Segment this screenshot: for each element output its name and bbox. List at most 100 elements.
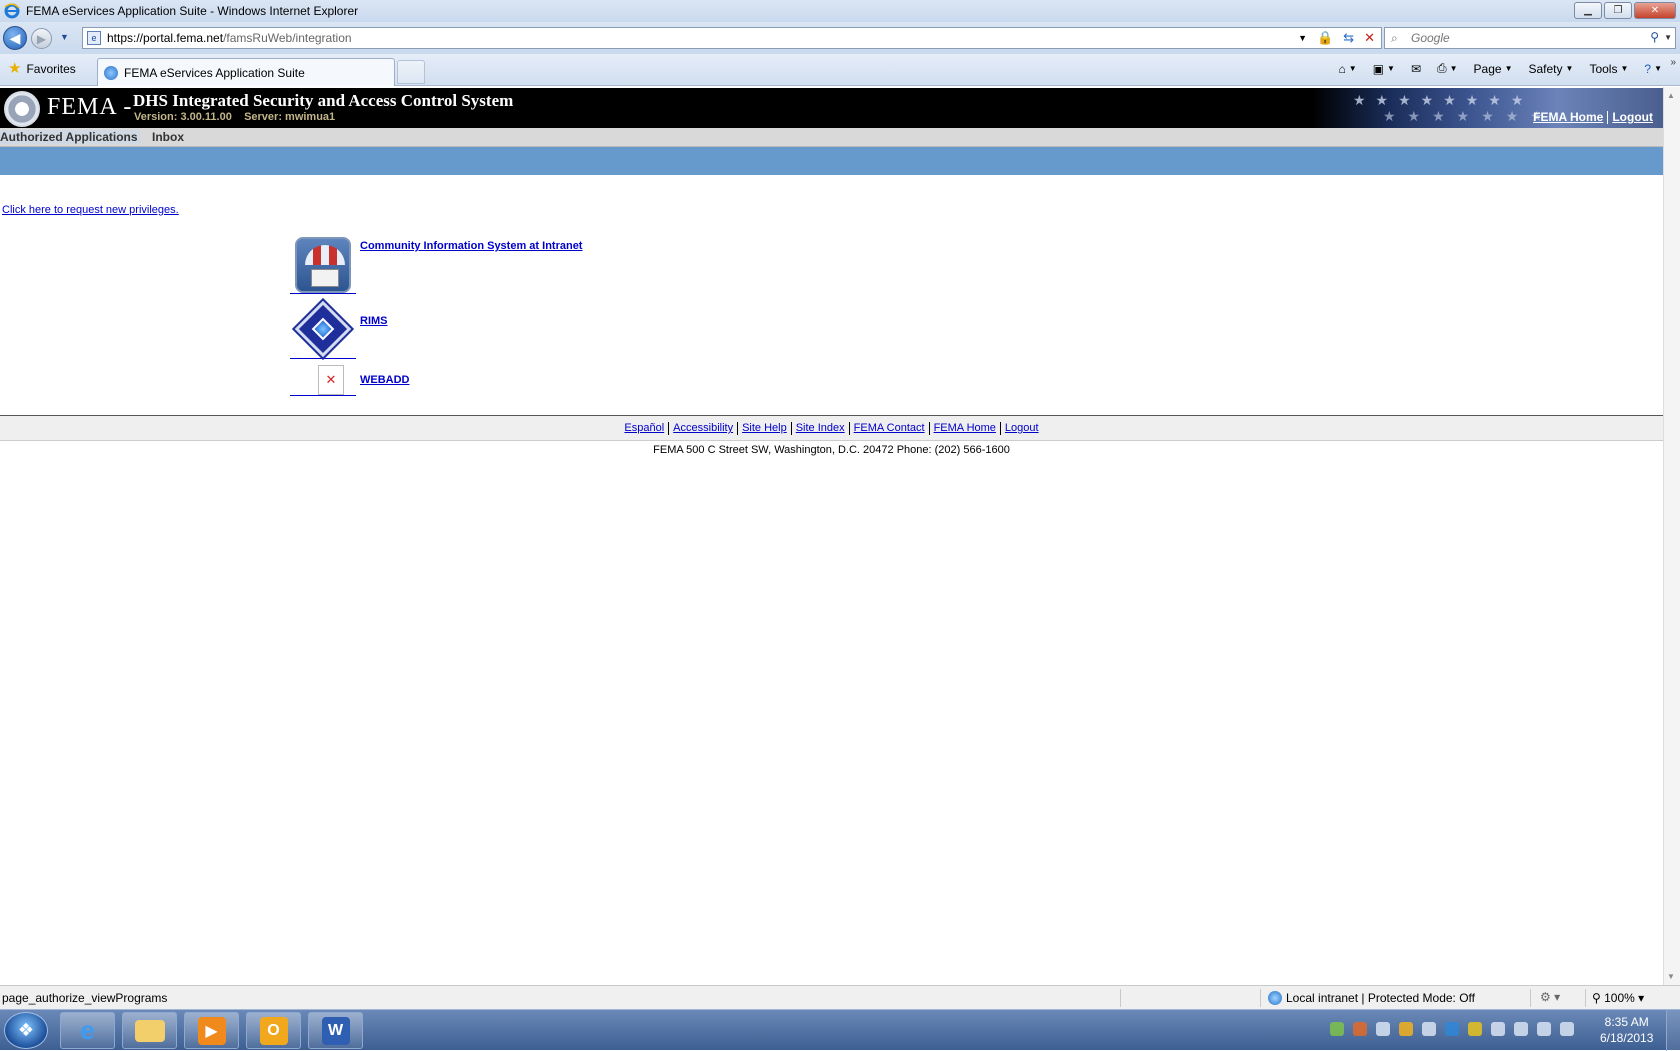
stop-icon[interactable]: ✕ (1364, 30, 1375, 46)
zoom-level[interactable]: ⚲ 100% ▾ (1592, 991, 1644, 1005)
search-options-icon[interactable]: ▼ (1664, 33, 1672, 42)
tab-title: FEMA eServices Application Suite (124, 65, 305, 80)
page-icon: e (87, 31, 101, 45)
lock-icon[interactable]: 🔒 (1317, 30, 1333, 46)
search-box[interactable]: ⌕ ⚲ ▼ (1384, 27, 1676, 49)
app-item-cis[interactable]: Community Information System at Intranet (290, 237, 582, 294)
taskbar-outlook-button[interactable]: O (246, 1012, 301, 1049)
new-tab-button[interactable] (397, 60, 425, 84)
favorites-button[interactable]: ★ Favorites (8, 61, 76, 76)
dhs-seal-icon (4, 91, 40, 127)
page-viewport: FEMA - DHS Integrated Security and Acces… (0, 87, 1663, 985)
footer-link-fema-home[interactable]: FEMA Home (934, 422, 996, 434)
header-fema-home-link[interactable]: FEMA Home (1533, 110, 1603, 124)
address-url: https://portal.fema.net/famsRuWeb/integr… (107, 31, 352, 45)
scroll-down-icon[interactable]: ▼ (1667, 972, 1675, 981)
read-mail-button[interactable]: ✉ (1411, 62, 1421, 76)
tray-outlook-icon[interactable] (1399, 1022, 1413, 1036)
taskbar-word-button[interactable]: W (308, 1012, 363, 1049)
request-privileges-link[interactable]: Click here to request new privileges. (2, 204, 179, 216)
taskbar-media-player-button[interactable]: ▶ (184, 1012, 239, 1049)
tray-monitor-icon[interactable] (1537, 1022, 1551, 1036)
tray-network-icon[interactable] (1376, 1022, 1390, 1036)
show-desktop-button[interactable] (1666, 1010, 1680, 1051)
tray-security-icon[interactable] (1468, 1022, 1482, 1036)
recent-pages-dropdown-icon[interactable]: ▼ (60, 32, 69, 42)
webadd-icon-link[interactable]: ✕ (290, 365, 356, 396)
tray-info-icon[interactable] (1445, 1022, 1459, 1036)
search-input[interactable] (1411, 31, 1631, 45)
tools-menu[interactable]: Tools ▼ (1589, 62, 1628, 76)
safety-menu[interactable]: Safety ▼ (1529, 62, 1574, 76)
cis-icon-link[interactable] (290, 237, 356, 294)
system-tray (1330, 1022, 1574, 1036)
print-button[interactable]: ⎙ ▼ (1437, 61, 1458, 76)
tab-inbox[interactable]: Inbox (152, 130, 184, 144)
start-button[interactable]: ❖ (4, 1012, 48, 1049)
app-nav-tabs: Authorized Applications Inbox (0, 128, 1663, 147)
volume-icon[interactable] (1560, 1022, 1574, 1036)
browser-tab[interactable]: FEMA eServices Application Suite (97, 58, 395, 86)
home-icon: ⌂ (1338, 61, 1346, 76)
minimize-button[interactable]: ▁ (1574, 2, 1602, 19)
feeds-button[interactable]: ▣ ▼ (1373, 62, 1395, 76)
back-button[interactable]: ◀ (3, 26, 27, 50)
ie-logo-icon (4, 3, 20, 19)
scroll-up-icon[interactable]: ▲ (1667, 91, 1675, 100)
refresh-icon[interactable]: ⇆ (1343, 30, 1354, 46)
app-item-rims[interactable]: RIMS (290, 300, 388, 359)
taskbar-ie-button[interactable]: e (60, 1012, 115, 1049)
favorites-bar: ★ Favorites FEMA eServices Application S… (0, 54, 1680, 86)
footer-link-espanol[interactable]: Español (624, 422, 664, 434)
rss-icon: ▣ (1372, 61, 1385, 76)
app-link-cis[interactable]: Community Information System at Intranet (360, 240, 582, 252)
taskbar-clock[interactable]: 8:35 AM 6/18/2013 (1600, 1014, 1653, 1046)
footer-link-site-index[interactable]: Site Index (796, 422, 845, 434)
rims-diamond-icon (294, 300, 352, 358)
intranet-globe-icon (1268, 991, 1282, 1005)
security-zone[interactable]: Local intranet | Protected Mode: Off (1268, 991, 1475, 1005)
tab-authorized-applications[interactable]: Authorized Applications (0, 130, 141, 144)
zone-label: Local intranet | Protected Mode: Off (1286, 991, 1475, 1005)
restore-button[interactable]: ❐ (1604, 2, 1632, 19)
help-button[interactable]: ? ▼ (1644, 62, 1662, 76)
app-item-webadd[interactable]: ✕ WEBADD (290, 365, 410, 396)
address-dropdown-icon[interactable]: ▼ (1298, 33, 1307, 43)
footer-link-fema-contact[interactable]: FEMA Contact (854, 422, 925, 434)
page-menu[interactable]: Page ▼ (1474, 62, 1513, 76)
protected-mode-icon[interactable]: ⚙ ▾ (1540, 990, 1560, 1004)
fema-wordmark: FEMA - (47, 94, 133, 120)
header-logout-link[interactable]: Logout (1612, 110, 1653, 124)
home-button[interactable]: ⌂ ▼ (1339, 62, 1357, 76)
forward-button[interactable]: ▶ (31, 28, 52, 49)
windows-taskbar: ❖ e ▶ O W 8:35 AM 6/18/2013 (0, 1009, 1680, 1051)
tray-app-icon[interactable] (1353, 1022, 1367, 1036)
tray-shield-icon[interactable] (1330, 1022, 1344, 1036)
search-provider-icon: ⌕ (1391, 30, 1398, 45)
close-window-button[interactable]: ✕ (1634, 2, 1676, 19)
status-text: page_authorize_viewPrograms (2, 991, 168, 1005)
taskbar-explorer-button[interactable] (122, 1012, 177, 1049)
footer-link-site-help[interactable]: Site Help (742, 422, 787, 434)
internet-explorer-icon: e (80, 1015, 95, 1045)
tray-display-icon[interactable] (1422, 1022, 1436, 1036)
folder-icon (134, 1019, 165, 1042)
address-bar[interactable]: e https://portal.fema.net/famsRuWeb/inte… (82, 27, 1382, 49)
rims-icon-link[interactable] (290, 300, 356, 359)
app-link-webadd[interactable]: WEBADD (360, 374, 410, 386)
app-link-rims[interactable]: RIMS (360, 315, 388, 327)
tray-usb-icon[interactable] (1514, 1022, 1528, 1036)
footer-link-accessibility[interactable]: Accessibility (673, 422, 733, 434)
vertical-scrollbar[interactable]: ▲ ▼ (1663, 87, 1680, 985)
media-player-icon: ▶ (197, 1016, 226, 1045)
clock-time: 8:35 AM (1604, 1015, 1649, 1029)
tray-tools-icon[interactable] (1491, 1022, 1505, 1036)
footer-links: Español Accessibility Site Help Site Ind… (0, 416, 1663, 441)
outlook-icon: O (259, 1016, 288, 1045)
chevron-more-icon[interactable]: » (1670, 57, 1676, 68)
status-bar: page_authorize_viewPrograms Local intran… (0, 985, 1680, 1009)
broken-image-icon: ✕ (318, 365, 344, 395)
word-icon: W (321, 1016, 350, 1045)
footer-link-logout[interactable]: Logout (1005, 422, 1039, 434)
search-icon[interactable]: ⚲ (1650, 30, 1659, 44)
